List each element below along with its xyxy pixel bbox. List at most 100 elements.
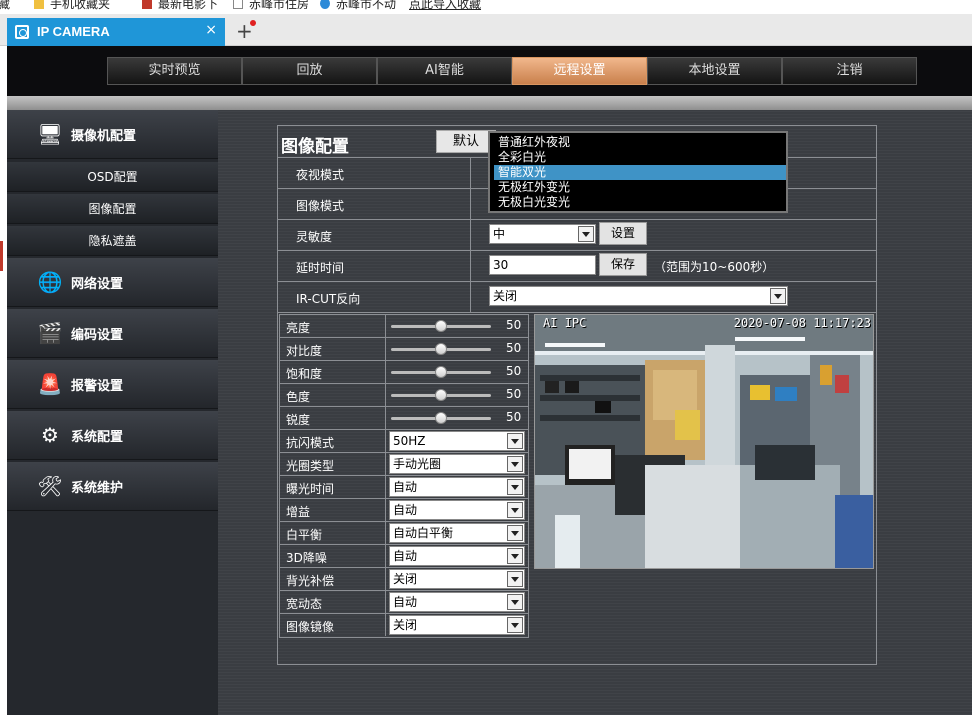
sidebar-item-network[interactable]: 🌐 网络设置 <box>7 258 218 307</box>
delay-label: 延时时间 <box>296 261 345 275</box>
ircut-select[interactable]: 关闭 <box>489 286 788 306</box>
folder-icon <box>34 0 44 9</box>
delay-input[interactable]: 30 <box>489 255 596 275</box>
camera-preview: AI IPC 2020-07-08 11:17:23 <box>534 314 874 569</box>
chevron-down-icon <box>507 525 523 541</box>
mirror-select[interactable]: 关闭 <box>389 615 525 635</box>
bookmark-import[interactable]: 点此导入收藏 <box>409 0 481 12</box>
sidebar-item-alarm[interactable]: 🚨 报警设置 <box>7 360 218 409</box>
row-divider <box>278 281 876 282</box>
save-button[interactable]: 保存 <box>599 253 647 276</box>
clapperboard-icon: 🎬 <box>37 321 63 345</box>
saturation-slider[interactable] <box>391 366 491 378</box>
bookmark-mobile-favorites[interactable]: 手机收藏夹 <box>34 0 110 12</box>
param-row: 锐度 50 <box>280 407 528 430</box>
param-row: 3D降噪 自动 <box>280 545 528 568</box>
sidebar-item-osd[interactable]: OSD配置 <box>7 162 218 192</box>
dropdown-option[interactable]: 全彩白光 <box>494 150 786 165</box>
param-row: 宽动态 自动 <box>280 591 528 614</box>
set-button[interactable]: 设置 <box>599 222 647 245</box>
sidebar-item-privacy-mask[interactable]: 隐私遮盖 <box>7 226 218 256</box>
image-params-table: 亮度 50 对比度 50 饱和度 50 色度 50 锐度 50 抗闪模式 50H… <box>279 314 529 638</box>
exposure-select[interactable]: 自动 <box>389 477 525 497</box>
antiflicker-select[interactable]: 50HZ <box>389 431 525 451</box>
wdr-select[interactable]: 自动 <box>389 592 525 612</box>
param-row: 色度 50 <box>280 384 528 407</box>
param-row: 对比度 50 <box>280 338 528 361</box>
slider-knob[interactable] <box>435 366 447 378</box>
sidebar-item-system-config[interactable]: ⚙ 系统配置 <box>7 411 218 460</box>
slider-knob[interactable] <box>435 343 447 355</box>
ircut-label: IR-CUT反向 <box>296 292 361 306</box>
night-mode-label: 夜视模式 <box>296 168 345 182</box>
gain-select[interactable]: 自动 <box>389 500 525 520</box>
param-row: 抗闪模式 50HZ <box>280 430 528 453</box>
browser-tab-strip: IP CAMERA × + <box>0 14 972 46</box>
sidebar: 🖥 摄像机配置 OSD配置 图像配置 隐私遮盖 🌐 网络设置 🎬 编码设置 🚨 … <box>7 110 218 715</box>
white-balance-select[interactable]: 自动白平衡 <box>389 523 525 543</box>
param-row: 白平衡 自动白平衡 <box>280 522 528 545</box>
panel-title: 图像配置 <box>281 137 349 157</box>
camera-icon <box>15 25 29 39</box>
dropdown-option-selected[interactable]: 智能双光 <box>494 165 786 180</box>
sidebar-item-system-maintain[interactable]: 🛠 系统维护 <box>7 462 218 511</box>
chevron-down-icon <box>770 288 786 304</box>
row-divider <box>278 312 876 313</box>
iris-type-select[interactable]: 手动光圈 <box>389 454 525 474</box>
chevron-down-icon <box>507 433 523 449</box>
sensitivity-select[interactable]: 中 <box>489 224 596 244</box>
notification-dot <box>250 20 256 26</box>
chevron-down-icon <box>507 617 523 633</box>
tab-title: IP CAMERA <box>37 24 110 39</box>
slider-knob[interactable] <box>435 389 447 401</box>
slider-knob[interactable] <box>435 412 447 424</box>
chevron-down-icon <box>507 571 523 587</box>
backlight-select[interactable]: 关闭 <box>389 569 525 589</box>
param-row: 增益 自动 <box>280 499 528 522</box>
content-area: 图像配置 默认 夜视模式 图像模式 灵敏度 延时时间 IR-CUT反向 中 设置… <box>218 110 972 715</box>
delay-range-hint: （范围为10~600秒） <box>654 260 775 274</box>
bookmark-housing[interactable]: 赤峰市住房 <box>233 0 309 12</box>
tab-remote-settings[interactable]: 远程设置 <box>512 57 647 85</box>
chevron-down-icon <box>507 594 523 610</box>
bookmarks-bar: 藏 手机收藏夹 最新电影下 赤峰市住房 赤峰市不动 点此导入收藏 <box>0 0 972 14</box>
top-navigation: 实时预览 回放 AI智能 远程设置 本地设置 注销 <box>7 46 972 96</box>
noise-reduction-select[interactable]: 自动 <box>389 546 525 566</box>
gutter-marker <box>0 241 3 271</box>
sidebar-item-camera-config[interactable]: 🖥 摄像机配置 <box>7 110 218 159</box>
brightness-slider[interactable] <box>391 320 491 332</box>
tab-ai[interactable]: AI智能 <box>377 57 512 85</box>
param-row: 饱和度 50 <box>280 361 528 384</box>
sidebar-item-image-config[interactable]: 图像配置 <box>7 194 218 224</box>
dropdown-option[interactable]: 无极红外变光 <box>494 180 786 195</box>
osd-channel-name: AI IPC <box>543 316 587 330</box>
close-icon[interactable]: × <box>205 22 217 38</box>
tab-live-preview[interactable]: 实时预览 <box>107 57 242 85</box>
slider-knob[interactable] <box>435 320 447 332</box>
bookmark-folder[interactable]: 藏 <box>0 0 10 12</box>
movie-icon <box>142 0 152 9</box>
contrast-slider[interactable] <box>391 343 491 355</box>
nav-divider <box>7 96 972 110</box>
bookmark-real-estate[interactable]: 赤峰市不动 <box>320 0 396 12</box>
chevron-down-icon <box>507 548 523 564</box>
row-divider <box>278 250 876 251</box>
sharpness-slider[interactable] <box>391 412 491 424</box>
dropdown-option[interactable]: 无极白光变光 <box>494 195 786 210</box>
browser-tab-ip-camera[interactable]: IP CAMERA × <box>7 18 225 46</box>
tab-playback[interactable]: 回放 <box>242 57 377 85</box>
image-mode-dropdown-list[interactable]: 普通红外夜视 全彩白光 智能双光 无极红外变光 无极白光变光 <box>488 131 788 213</box>
gear-icon: ⚙ <box>41 423 59 447</box>
tab-logout[interactable]: 注销 <box>782 57 917 85</box>
network-icon: 🌐 <box>37 270 63 294</box>
param-row: 亮度 50 <box>280 315 528 338</box>
param-row: 图像镜像 关闭 <box>280 614 528 637</box>
dropdown-option[interactable]: 普通红外夜视 <box>494 135 786 150</box>
sidebar-item-encoding[interactable]: 🎬 编码设置 <box>7 309 218 358</box>
hue-slider[interactable] <box>391 389 491 401</box>
row-divider <box>278 219 876 220</box>
tab-local-settings[interactable]: 本地设置 <box>647 57 782 85</box>
default-button[interactable]: 默认 <box>436 130 496 153</box>
chevron-down-icon <box>578 226 594 242</box>
bookmark-latest-movies[interactable]: 最新电影下 <box>142 0 218 12</box>
